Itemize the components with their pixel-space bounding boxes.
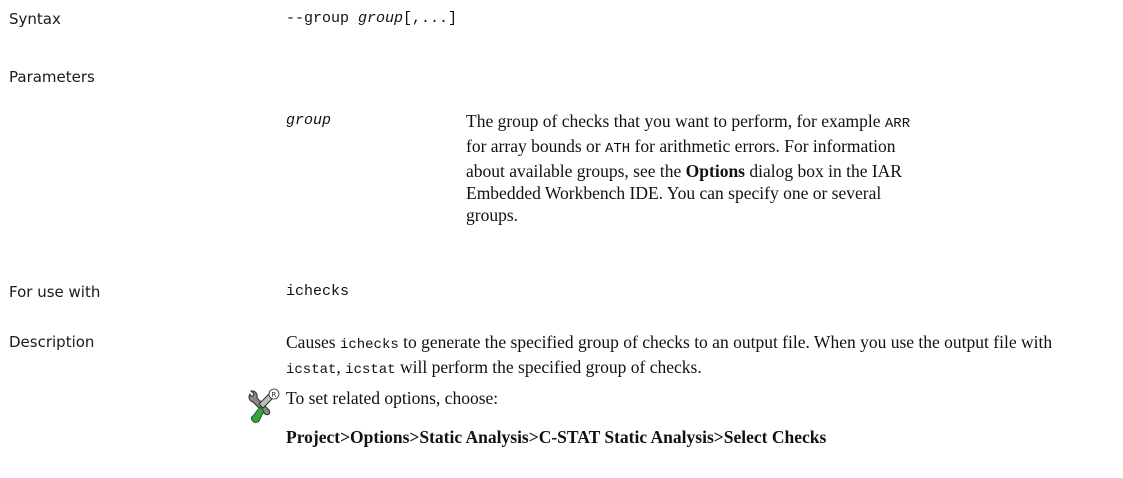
param-desc-1: The group of checks that you want to per… (466, 111, 881, 131)
desc-code-ichecks: ichecks (339, 337, 399, 353)
desc-code-icstat-1: icstat (286, 362, 337, 378)
syntax-option: --group (286, 10, 350, 27)
parameter-description: The group of checks that you want to per… (466, 110, 911, 226)
for-use-with-value: ichecks (286, 283, 350, 300)
syntax-arg: group (358, 10, 404, 27)
description-text: Causes ichecks to generate the specified… (286, 331, 1108, 381)
parameter-name-text: group (286, 112, 332, 129)
parameters-label: Parameters (9, 68, 95, 86)
param-desc-2: for array bounds or (466, 136, 601, 156)
desc-text-2: to generate the specified group of check… (403, 332, 1053, 352)
description-label: Description (9, 333, 95, 351)
desc-code-icstat-2: icstat (345, 362, 396, 378)
desc-text-3: will perform the specified group of chec… (399, 357, 702, 377)
code-arr: ARR (884, 116, 911, 132)
svg-text:R: R (272, 391, 277, 399)
options-dialog-name: Options (685, 161, 745, 181)
parameter-name: group (286, 112, 331, 129)
desc-comma: , (336, 357, 341, 377)
menu-path-text: Project>Options>Static Analysis>C-STAT S… (286, 427, 827, 447)
tools-icon: R (247, 388, 281, 424)
related-intro: To set related options, choose: (286, 388, 499, 408)
menu-path: Project>Options>Static Analysis>C-STAT S… (286, 426, 826, 448)
for-use-with-label: For use with (9, 283, 101, 301)
syntax-label: Syntax (9, 10, 61, 28)
code-ath: ATH (604, 141, 631, 157)
desc-text-1: Causes (286, 332, 336, 352)
syntax-rest: [,...] (403, 10, 458, 27)
syntax-line: --group group[,...] (286, 10, 457, 27)
